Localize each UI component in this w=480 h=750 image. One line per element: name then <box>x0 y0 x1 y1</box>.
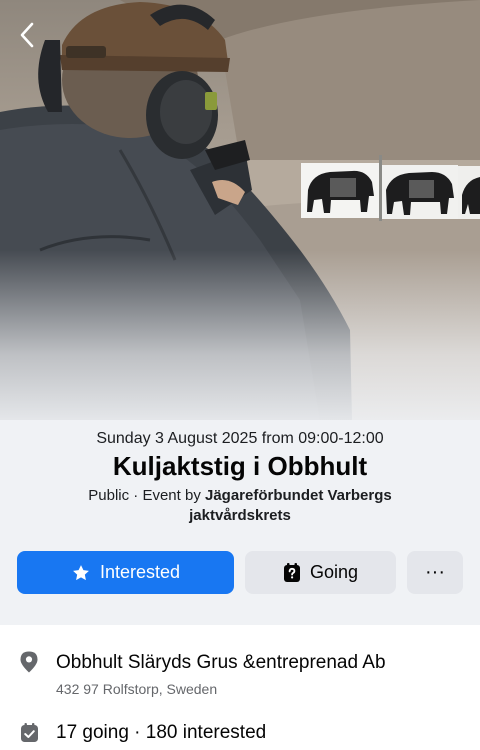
back-button[interactable] <box>10 18 44 52</box>
event-title: Kuljaktstig i Obbhult <box>112 451 368 481</box>
event-header: Sunday 3 August 2025 from 09:00-12:00 Ku… <box>0 420 480 625</box>
chevron-left-icon <box>20 22 34 48</box>
cover-photo <box>0 0 480 420</box>
location-name[interactable]: Obbhult Släryds Grus &entreprenad Ab <box>56 652 386 674</box>
event-organizer-link[interactable]: Jägareförbundet Varbergs jaktvårdskrets <box>189 487 392 524</box>
map-pin-icon <box>18 651 40 673</box>
event-visibility-prefix: Public · Event by <box>88 487 205 504</box>
more-dots-icon: ··· <box>425 561 445 583</box>
interested-label: Interested <box>99 562 181 582</box>
question-calendar-icon <box>283 562 301 583</box>
going-label: Going <box>309 562 359 582</box>
cover-photo-fade <box>0 250 480 420</box>
more-options-button[interactable]: ··· <box>407 551 463 594</box>
star-icon <box>71 563 91 583</box>
interested-button[interactable]: Interested <box>17 551 234 594</box>
event-details: Obbhult Släryds Grus &entreprenad Ab 432… <box>0 625 480 750</box>
calendar-check-icon <box>18 722 40 744</box>
event-date-time: Sunday 3 August 2025 from 09:00-12:00 <box>96 430 384 447</box>
attendance-summary[interactable]: 17 going · 180 interested <box>56 722 266 744</box>
going-button[interactable]: Going <box>245 551 396 594</box>
location-address: 432 97 Rolfstorp, Sweden <box>56 681 218 697</box>
event-meta: Public · Event by Jägareförbundet Varber… <box>40 486 440 526</box>
